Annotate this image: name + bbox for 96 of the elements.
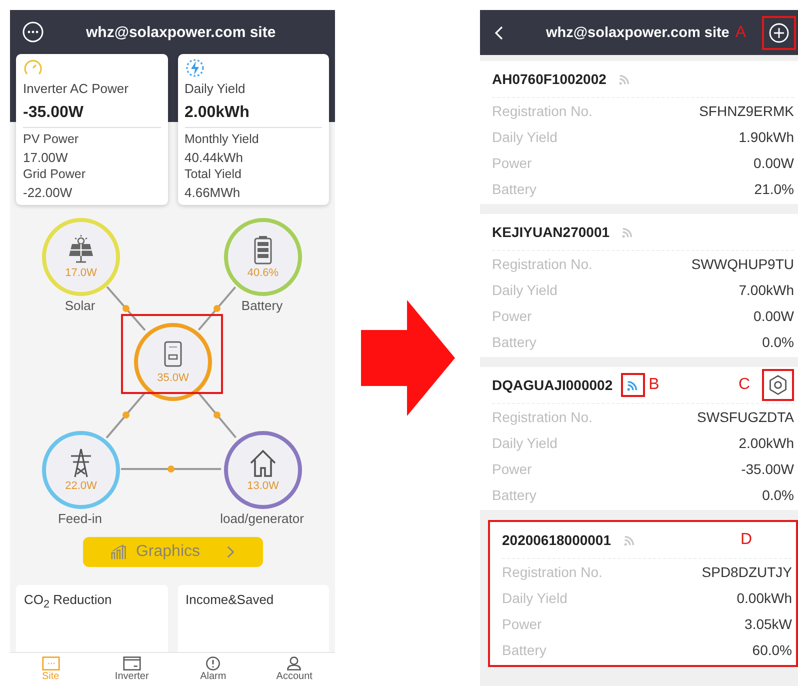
device-card[interactable]: 20200618000001 D Registration No. SPD8DZUTJY Daily Yield 0.00kWh Power 3.05kW Battery 60.0%: [488, 520, 798, 667]
field-label: Power: [492, 155, 532, 171]
field-value: 1.90kWh: [738, 129, 794, 145]
screen-title: whz@solaxpower.com site: [546, 24, 730, 40]
field-value: 0.0%: [762, 334, 794, 350]
summary-title: Income&Saved: [186, 592, 274, 607]
person-icon: [285, 656, 304, 671]
detail-value: -22.00W: [23, 185, 74, 200]
field-value: 7.00kWh: [738, 282, 794, 298]
field-label: Registration No.: [502, 564, 602, 580]
device-card[interactable]: AH0760F1002002 Registration No. SFHNZ9ERMK Daily Yield 1.90kWh Power 0.00W Battery 21.0%: [480, 61, 798, 204]
detail-label: Grid Power: [23, 167, 87, 181]
annotation-letter: A: [735, 24, 746, 42]
flow-dot: [122, 412, 130, 418]
field-label: Daily Yield: [492, 435, 558, 451]
connector-line: [197, 392, 237, 438]
connector-line: [106, 286, 146, 331]
house-icon: [248, 448, 278, 478]
connector-line: [198, 286, 236, 331]
detail-value: 17.00W: [23, 150, 69, 165]
connector-line: [106, 392, 146, 438]
detail-value: 40.44kWh: [184, 150, 244, 165]
card-label: Inverter AC Power: [23, 81, 130, 96]
device-name: 20200618000001: [502, 532, 612, 548]
summary-title: CO$_{2}$ Reduction: [24, 592, 112, 607]
field-label: Power: [492, 308, 532, 324]
flow-dot: [214, 412, 220, 418]
node-value: 35.0W: [157, 372, 189, 384]
field-label: Registration No.: [492, 409, 592, 425]
nav-tab[interactable]: Account: [254, 653, 335, 686]
node-value: 40.6%: [247, 267, 279, 279]
back-icon[interactable]: [494, 24, 504, 40]
detail-label: Total Yield: [184, 167, 242, 181]
card-value: -35.00W: [23, 104, 160, 128]
device-icon: [122, 656, 141, 671]
card-value: 2.00kWh: [184, 104, 322, 128]
field-label: Daily Yield: [492, 282, 558, 298]
field-value: 0.0%: [762, 487, 794, 503]
settings-button[interactable]: [762, 369, 794, 401]
site-icon: [42, 656, 60, 671]
field-label: Battery: [502, 642, 546, 658]
field-label: Battery: [492, 181, 536, 197]
flow-dot: [122, 305, 130, 312]
bar-chart-icon: [110, 544, 128, 560]
field-value: 0.00kWh: [736, 590, 792, 606]
node-value: 17.0W: [65, 267, 97, 279]
field-value: SWSFUGZDTA: [697, 409, 794, 425]
field-label: Daily Yield: [502, 590, 568, 606]
field-label: Registration No.: [492, 256, 592, 272]
device-card[interactable]: KEJIYUAN270001 Registration No. SWWQHUP9TU Daily Yield 7.00kWh Power 0.00W Battery 0.0%: [480, 214, 798, 357]
settings-icon: [767, 374, 789, 396]
annotation-letter: C: [738, 376, 750, 394]
annotation-letter: D: [740, 531, 752, 549]
field-label: Battery: [492, 487, 536, 503]
detail-label: PV Power: [23, 132, 80, 146]
add-button[interactable]: [762, 16, 796, 50]
field-label: Daily Yield: [492, 129, 558, 145]
device-card[interactable]: DQAGUAJI000002 B C Registration No. SWSFUGZDTA Daily Yield 2.00kWh Power -35.00W Battery 0.0%: [480, 367, 798, 510]
field-value: -35.00W: [741, 461, 794, 477]
node-label: Feed-in: [58, 511, 102, 526]
lightning-icon: [184, 58, 204, 78]
field-value: 60.0%: [752, 642, 792, 658]
screen-title: whz@solaxpower.com site: [86, 24, 276, 40]
chevron-right-icon: [226, 545, 236, 559]
nav-tab[interactable]: Alarm: [172, 653, 254, 686]
alert-icon: [204, 656, 222, 671]
field-value: SWWQHUP9TU: [691, 256, 794, 272]
field-label: Power: [492, 461, 532, 477]
field-label: Power: [502, 616, 542, 632]
nav-tab[interactable]: Inverter: [91, 653, 172, 686]
field-value: 2.00kWh: [738, 435, 794, 451]
field-label: Battery: [492, 334, 536, 350]
solar-panel-icon: [66, 235, 96, 265]
node-label: Solar: [64, 298, 96, 313]
detail-value: 4.66MWh: [184, 185, 242, 200]
field-value: 0.00W: [754, 155, 794, 171]
node-label: Battery: [241, 298, 283, 313]
field-value: SPD8DZUTJY: [702, 564, 792, 580]
node-value: 13.0W: [247, 480, 279, 492]
flow-dot: [214, 305, 220, 312]
field-value: SFHNZ9ERMK: [699, 103, 794, 119]
more-icon[interactable]: [22, 21, 44, 43]
card-label: Daily Yield: [184, 81, 246, 96]
field-value: 3.05kW: [744, 616, 792, 632]
add-icon: [768, 22, 790, 44]
device-name: DQAGUAJI000002: [492, 377, 613, 393]
flow-dot: [168, 466, 174, 472]
device-name: AH0760F1002002: [492, 71, 606, 87]
detail-label: Monthly Yield: [184, 132, 260, 146]
field-value: 21.0%: [754, 181, 794, 197]
node-value: 22.0W: [65, 480, 97, 492]
device-name: KEJIYUAN270001: [492, 224, 610, 240]
node-label: load/generator: [220, 511, 304, 526]
field-label: Registration No.: [492, 103, 592, 119]
annotation-letter: B: [648, 376, 660, 394]
field-value: 0.00W: [754, 308, 794, 324]
